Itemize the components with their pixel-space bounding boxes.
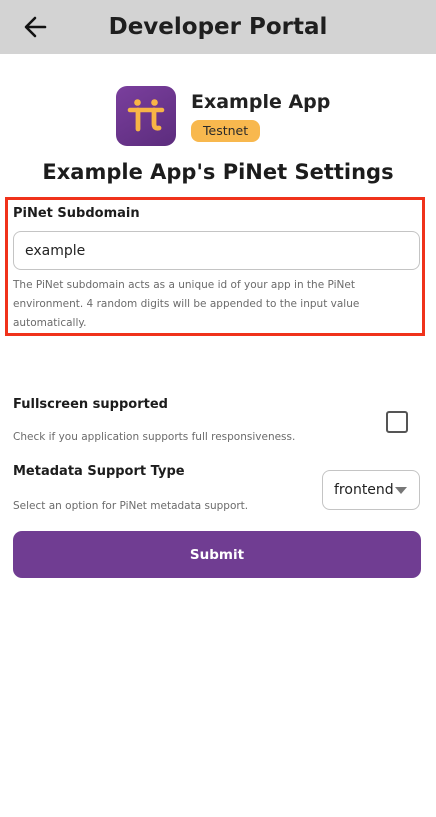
- fullscreen-checkbox[interactable]: [386, 411, 408, 433]
- fullscreen-help-text: Check if you application supports full r…: [13, 431, 296, 443]
- app-name: Example App: [191, 91, 331, 113]
- submit-button[interactable]: Submit: [13, 531, 421, 578]
- fullscreen-label: Fullscreen supported: [13, 397, 168, 412]
- page-title: Example App's PiNet Settings: [42, 160, 394, 184]
- top-bar: Developer Portal: [0, 0, 436, 54]
- subdomain-label: PiNet Subdomain: [13, 206, 140, 221]
- metadata-select[interactable]: frontend: [322, 470, 420, 510]
- metadata-select-value: frontend: [334, 482, 394, 498]
- network-badge: Testnet: [191, 120, 261, 142]
- chevron-down-icon: [395, 487, 407, 494]
- metadata-label: Metadata Support Type: [13, 464, 185, 479]
- arrow-left-icon: [24, 16, 47, 38]
- page-header-title: Developer Portal: [108, 14, 328, 40]
- pi-logo-icon: [127, 99, 165, 132]
- subdomain-input[interactable]: [13, 231, 420, 270]
- back-button[interactable]: [18, 11, 52, 43]
- subdomain-help-text: The PiNet subdomain acts as a unique id …: [13, 279, 360, 329]
- app-icon: [116, 86, 176, 146]
- metadata-help-text: Select an option for PiNet metadata supp…: [13, 500, 249, 512]
